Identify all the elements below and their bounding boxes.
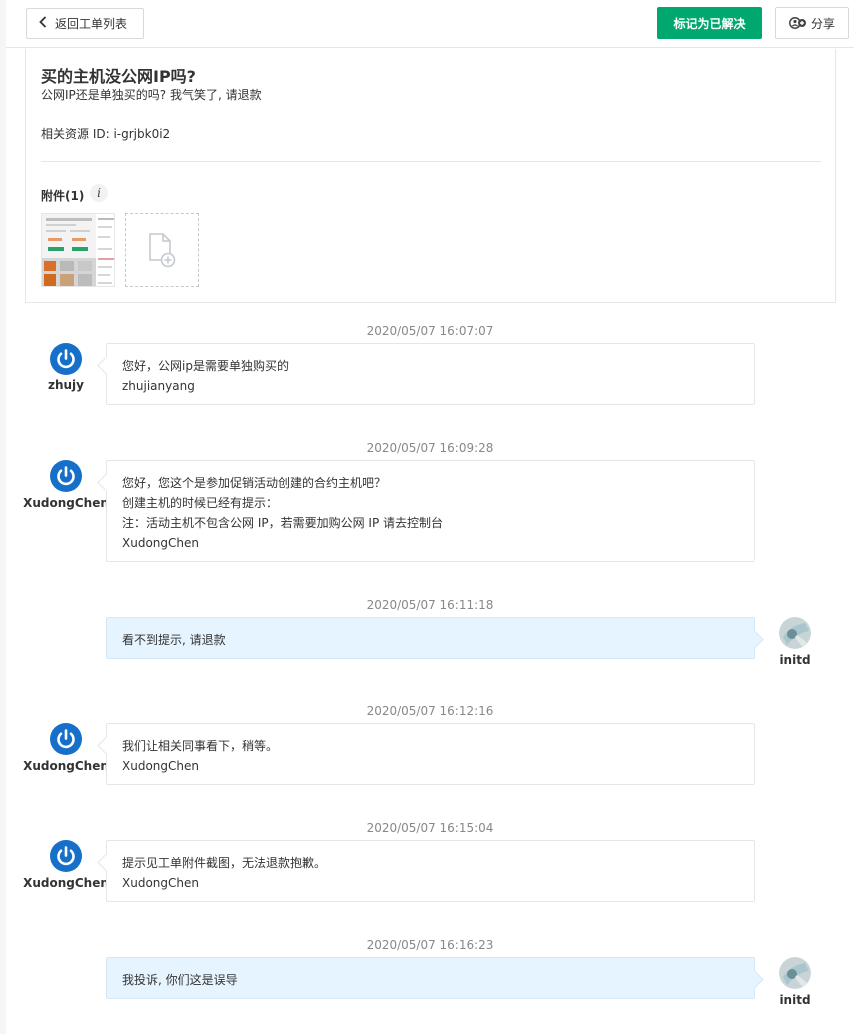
message-timestamp: 2020/05/07 16:15:04	[366, 821, 494, 835]
message-line: 我们让相关同事看下，稍等。	[122, 739, 279, 753]
staff-avatar	[50, 723, 82, 755]
ticket-description: 公网IP还是单独买的吗? 我气笑了, 请退款	[41, 88, 262, 102]
message-username: initd	[779, 993, 811, 1007]
screenshot-thumbnail-image	[42, 214, 114, 286]
back-button-label: 返回工单列表	[55, 17, 128, 31]
message-bubble-own: 我投诉, 你们这是误导	[106, 957, 755, 999]
mark-resolved-button[interactable]: 标记为已解决	[657, 7, 762, 39]
user-avatar	[779, 617, 811, 649]
mark-resolved-label: 标记为已解决	[673, 16, 746, 31]
staff-avatar	[50, 840, 82, 872]
left-sidebar-strip	[0, 0, 6, 1034]
message-bubble: 提示见工单附件截图，无法退款抱歉。 XudongChen	[106, 840, 755, 902]
ticket-detail-page: 返回工单列表 标记为已解决 分享 买的主机没公网IP吗? 公网IP还是单独买的吗…	[0, 0, 854, 1034]
message-line: 我投诉, 你们这是误导	[122, 973, 238, 987]
ticket-title: 买的主机没公网IP吗?	[41, 67, 196, 86]
message-timestamp: 2020/05/07 16:09:28	[366, 441, 494, 455]
ticket-card: 买的主机没公网IP吗? 公网IP还是单独买的吗? 我气笑了, 请退款 相关资源 …	[25, 49, 836, 303]
message-username: XudongChen	[23, 876, 109, 890]
message-timestamp: 2020/05/07 16:11:18	[366, 598, 494, 612]
share-user-plus-icon	[789, 17, 806, 29]
message-line: 创建主机的时候已经有提示：	[122, 496, 279, 510]
related-resource-id: 相关资源 ID: i-grjbk0i2	[41, 127, 171, 141]
message-line: 看不到提示, 请退款	[122, 633, 226, 647]
share-label: 分享	[810, 16, 835, 31]
message-username: zhujy	[47, 378, 84, 392]
message-line: 注：活动主机不包含公网 IP，若需要加购公网 IP 请去控制台	[122, 516, 443, 530]
message-bubble: 我们让相关同事看下，稍等。 XudongChen	[106, 723, 755, 785]
message-signature: XudongChen	[122, 759, 199, 773]
message-signature: XudongChen	[122, 876, 199, 890]
message-username: XudongChen	[23, 759, 109, 773]
info-icon[interactable]: i	[90, 184, 108, 202]
top-bar: 返回工单列表 标记为已解决 分享	[6, 0, 854, 48]
attachments-label: 附件(1)	[41, 189, 85, 203]
power-logo-icon	[57, 846, 75, 866]
message-signature: zhujianyang	[122, 379, 195, 393]
message-bubble-own: 看不到提示, 请退款	[106, 617, 755, 659]
file-add-icon	[149, 233, 176, 268]
user-avatar-image	[779, 957, 811, 989]
staff-avatar	[50, 460, 82, 492]
message-line: 您好，您这个是参加促销活动创建的合约主机吧？	[122, 476, 387, 490]
card-divider	[41, 161, 821, 162]
chevron-left-icon	[39, 16, 47, 31]
share-button[interactable]: 分享	[775, 7, 849, 39]
message-line: 您好，公网ip是需要单独购买的	[122, 359, 289, 373]
message-timestamp: 2020/05/07 16:12:16	[366, 704, 494, 718]
power-logo-icon	[57, 349, 75, 369]
message-username: XudongChen	[23, 496, 109, 510]
message-signature: XudongChen	[122, 536, 199, 550]
message-bubble: 您好，公网ip是需要单独购买的 zhujianyang	[106, 343, 755, 405]
upload-attachment-button[interactable]	[125, 213, 199, 287]
message-bubble: 您好，您这个是参加促销活动创建的合约主机吧？ 创建主机的时候已经有提示： 注：活…	[106, 460, 755, 562]
attachment-thumbnail[interactable]	[41, 213, 115, 287]
message-username: initd	[779, 653, 811, 667]
user-avatar-image	[779, 617, 811, 649]
message-timestamp: 2020/05/07 16:07:07	[366, 324, 494, 338]
staff-avatar	[50, 343, 82, 375]
power-logo-icon	[57, 466, 75, 486]
message-line: 提示见工单附件截图，无法退款抱歉。	[122, 856, 327, 870]
message-timestamp: 2020/05/07 16:16:23	[366, 938, 494, 952]
back-to-list-button[interactable]: 返回工单列表	[26, 8, 144, 39]
power-logo-icon	[57, 729, 75, 749]
user-avatar	[779, 957, 811, 989]
